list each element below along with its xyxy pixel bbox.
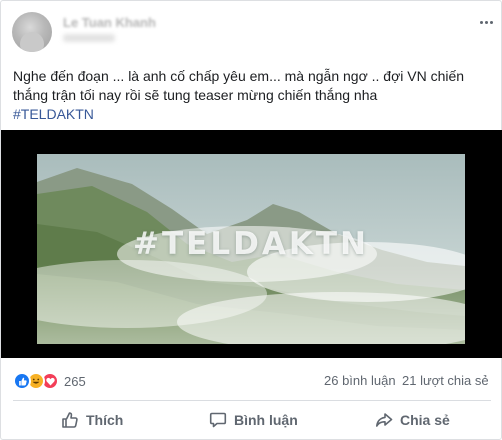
comment-button[interactable]: Bình luận	[209, 405, 298, 435]
actions-divider	[13, 400, 491, 401]
post-text-line: Nghe đến đoạn ... là anh cố chấp yêu em.…	[13, 68, 465, 84]
post-text-line: thắng trận tối nay rồi sẽ tung teaser mừ…	[13, 87, 378, 103]
video-title-overlay: #TELDAKTN	[133, 226, 369, 262]
reactions-summary[interactable]: 265	[13, 371, 86, 391]
like-icon	[13, 372, 31, 390]
hashtag-link[interactable]: #TELDAKTN	[13, 105, 94, 124]
more-options-button[interactable]	[475, 15, 497, 29]
comment-bubble-icon	[209, 412, 227, 428]
share-button-label: Chia sẻ	[400, 412, 450, 428]
post-timestamp-blurred	[63, 34, 115, 42]
like-button[interactable]: Thích	[61, 405, 123, 435]
video-player[interactable]: #TELDAKTN	[1, 130, 502, 358]
author-avatar[interactable]	[12, 12, 52, 52]
reaction-count: 265	[64, 373, 86, 389]
share-arrow-icon	[376, 413, 393, 427]
thumbs-up-icon	[62, 412, 78, 428]
facebook-post: Le Tuan Khanh Nghe đến đoạn ... là anh c…	[0, 0, 502, 440]
shares-count-link[interactable]: 21 lượt chia sẻ	[402, 373, 489, 388]
video-frame: #TELDAKTN	[37, 154, 465, 344]
ellipsis-dot	[484, 20, 488, 24]
author-name[interactable]: Le Tuan Khanh	[63, 15, 156, 30]
share-button[interactable]: Chia sẻ	[375, 405, 450, 435]
ellipsis-dot	[489, 20, 493, 24]
ellipsis-dot	[479, 20, 483, 24]
comments-count-link[interactable]: 26 bình luận	[324, 373, 396, 388]
like-button-label: Thích	[86, 412, 124, 428]
comment-button-label: Bình luận	[234, 412, 298, 428]
post-text: Nghe đến đoạn ... là anh cố chấp yêu em.…	[13, 67, 493, 105]
